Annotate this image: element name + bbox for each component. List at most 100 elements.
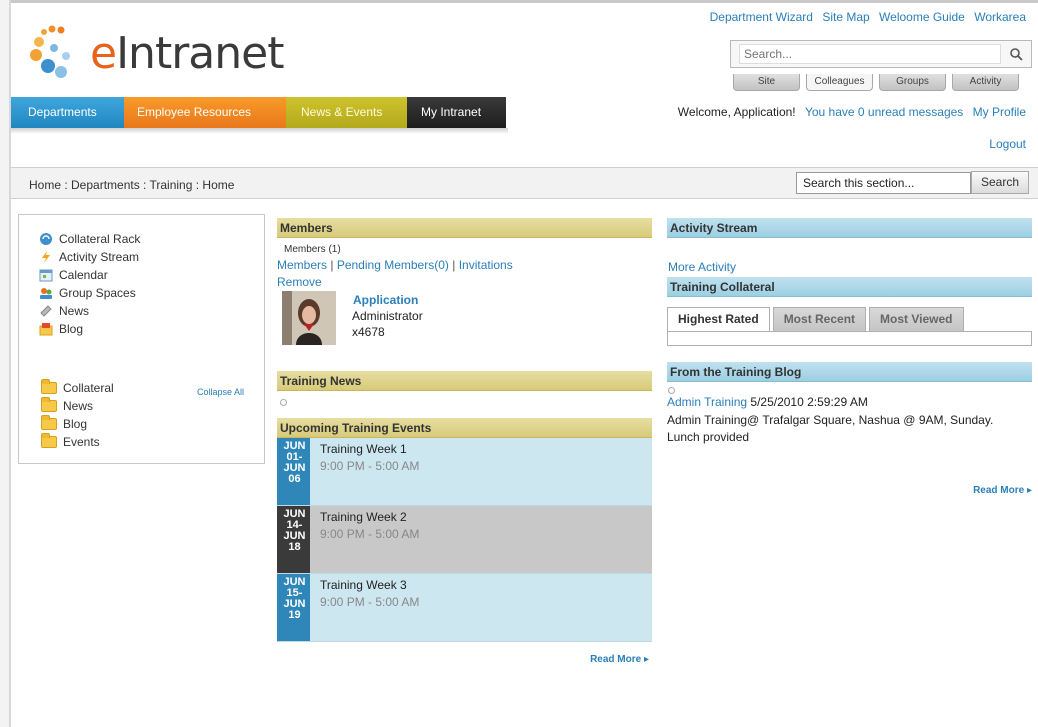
blog-post-date: 5/25/2010 2:59:29 AM <box>750 395 868 409</box>
link-workarea[interactable]: Workarea <box>974 10 1026 24</box>
my-profile-link[interactable]: My Profile <box>973 105 1026 119</box>
avatar[interactable] <box>282 291 336 345</box>
search-input[interactable] <box>739 44 1001 64</box>
pending-members-link[interactable]: Pending Members(0) <box>337 258 449 272</box>
section-search-input[interactable] <box>796 172 971 194</box>
event-title[interactable]: Training Week 3 <box>320 578 419 592</box>
more-activity-link[interactable]: More Activity <box>668 260 1032 274</box>
welcome-bar: Welcome, Application! You have 0 unread … <box>678 105 1026 119</box>
top-links: Department Wizard Site Map Weloome Guide… <box>704 10 1026 24</box>
member-extension: x4678 <box>352 325 385 339</box>
event-title[interactable]: Training Week 2 <box>320 510 419 524</box>
sidebar-item-collateral-rack[interactable]: Collateral Rack <box>39 230 140 248</box>
link-site-map[interactable]: Site Map <box>822 10 869 24</box>
nav-news-events[interactable]: News & Events <box>286 97 407 128</box>
nav-shadow <box>11 128 508 134</box>
remove-link[interactable]: Remove <box>277 275 652 289</box>
training-blog-header: From the Training Blog <box>667 362 1032 382</box>
event-title[interactable]: Training Week 1 <box>320 442 419 456</box>
event-body: Training Week 1 9:00 PM - 5:00 AM <box>310 438 419 505</box>
sidebar-item-blog[interactable]: Blog <box>39 320 140 338</box>
search-tab-colleagues[interactable]: Colleagues <box>806 74 873 91</box>
nav-departments[interactable]: Departments <box>11 97 124 128</box>
member-card: Application Administrator x4678 <box>277 291 652 349</box>
link-department-wizard[interactable]: Department Wizard <box>710 10 813 24</box>
collateral-content <box>667 331 1032 346</box>
sidebar-item-group-spaces[interactable]: Group Spaces <box>39 284 140 302</box>
blog-icon <box>39 323 53 336</box>
unread-messages-link[interactable]: You have 0 unread messages <box>805 105 963 119</box>
sidebar-item-news[interactable]: News <box>39 302 140 320</box>
training-collateral-header: Training Collateral <box>667 277 1032 297</box>
logo-text-accent: e <box>90 28 117 79</box>
event-date: JUN 14- JUN 18 <box>277 506 310 573</box>
left-edge-bar <box>0 0 11 727</box>
main-nav: Departments Employee Resources News & Ev… <box>11 97 506 128</box>
logo[interactable]: eIntranet <box>30 24 350 84</box>
events-read-more-link[interactable]: Read More ▸ <box>277 654 652 665</box>
logo-text: eIntranet <box>90 28 284 79</box>
folder-label: News <box>63 399 94 413</box>
link-welcome-guide[interactable]: Weloome Guide <box>879 10 965 24</box>
members-link[interactable]: Members <box>277 258 327 272</box>
breadcrumb[interactable]: Home : Departments : Training : Home <box>29 178 234 192</box>
event-item[interactable]: JUN 14- JUN 18 Training Week 2 9:00 PM -… <box>277 506 652 574</box>
event-body: Training Week 3 9:00 PM - 5:00 AM <box>310 574 419 641</box>
search-icon[interactable] <box>1009 47 1023 61</box>
event-item[interactable]: JUN 01- JUN 06 Training Week 1 9:00 PM -… <box>277 438 652 506</box>
event-body: Training Week 2 9:00 PM - 5:00 AM <box>310 506 419 573</box>
search-tab-activity[interactable]: Activity <box>952 74 1019 91</box>
right-column: Activity Stream More Activity Training C… <box>667 218 1032 496</box>
sidebar-item-calendar[interactable]: Calendar <box>39 266 140 284</box>
middle-column: Members Members (1) Members | Pending Me… <box>277 218 652 665</box>
nav-my-intranet[interactable]: My Intranet <box>407 97 506 128</box>
logo-dots-icon <box>30 25 70 78</box>
collapse-all-link[interactable]: Collapse All <box>197 387 244 397</box>
nav-employee-resources[interactable]: Employee Resources <box>124 97 286 128</box>
sidebar-item-label: Group Spaces <box>59 286 136 300</box>
event-date-line: 19 <box>288 609 301 621</box>
sidebar-item-label: Activity Stream <box>59 250 140 264</box>
tab-most-viewed[interactable]: Most Viewed <box>869 307 964 331</box>
search-tab-site[interactable]: Site <box>733 74 800 91</box>
folder-label: Collateral <box>63 381 114 395</box>
sidebar-item-label: Collateral Rack <box>59 232 141 246</box>
members-links: Members | Pending Members(0) | Invitatio… <box>277 258 652 272</box>
blog-author-link[interactable]: Admin Training <box>667 395 747 409</box>
section-search-button[interactable]: Search <box>971 171 1029 194</box>
member-name[interactable]: Application <box>353 293 418 307</box>
invitations-link[interactable]: Invitations <box>459 258 513 272</box>
sidebar-item-label: Calendar <box>59 268 108 282</box>
folder-label: Events <box>63 435 100 449</box>
blog-read-more-link[interactable]: Read More ▸ <box>667 485 1032 496</box>
sidebar-item-activity-stream[interactable]: Activity Stream <box>39 248 140 266</box>
logout-link[interactable]: Logout <box>989 137 1026 151</box>
event-time: 9:00 PM - 5:00 AM <box>320 527 420 541</box>
folder-icon <box>41 433 57 448</box>
global-search <box>730 40 1032 68</box>
avatar-photo <box>282 291 336 345</box>
training-news-header: Training News <box>277 371 652 391</box>
tab-most-recent[interactable]: Most Recent <box>772 307 867 331</box>
members-header: Members <box>277 218 652 238</box>
sidebar-item-label: Blog <box>59 322 84 336</box>
collateral-rack-icon <box>40 233 52 245</box>
folder-news[interactable]: News <box>41 397 114 415</box>
sidebar-item-label: News <box>59 304 90 318</box>
event-time: 9:00 PM - 5:00 AM <box>320 459 420 473</box>
folder-events[interactable]: Events <box>41 433 114 451</box>
top-border <box>11 0 1038 3</box>
link-separator: | <box>330 258 334 272</box>
tab-highest-rated[interactable]: Highest Rated <box>667 307 770 331</box>
news-icon <box>40 305 52 317</box>
group-spaces-icon <box>40 288 52 299</box>
event-time: 9:00 PM - 5:00 AM <box>320 595 420 609</box>
breadcrumb-bar: Home : Departments : Training : Home Sea… <box>11 167 1038 199</box>
event-item[interactable]: JUN 15- JUN 19 Training Week 3 9:00 PM -… <box>277 574 652 642</box>
search-scope-tabs: Site Colleagues Groups Activity <box>730 74 1032 91</box>
folder-collateral[interactable]: Collateral <box>41 379 114 397</box>
search-tab-groups[interactable]: Groups <box>879 74 946 91</box>
folder-label: Blog <box>63 417 88 431</box>
folder-blog[interactable]: Blog <box>41 415 114 433</box>
folder-icon <box>41 397 57 412</box>
